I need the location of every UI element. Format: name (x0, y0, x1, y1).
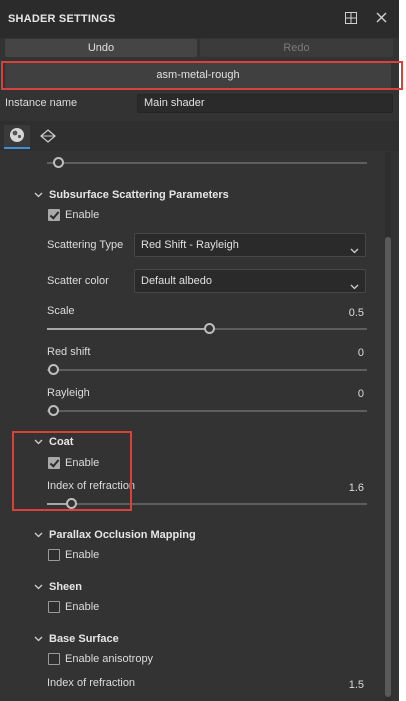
title-bar: SHADER SETTINGS (0, 0, 399, 38)
scattering-type-select[interactable]: Red Shift - Rayleigh (134, 233, 366, 257)
rayleigh-label: Rayleigh (47, 387, 90, 399)
top-slider-track[interactable] (47, 162, 367, 164)
scattering-type-label: Scattering Type (47, 239, 124, 251)
redo-button[interactable]: Redo (200, 39, 393, 57)
rayleigh-value: 0 (357, 388, 364, 400)
scale-label: Scale (47, 305, 75, 317)
chevron-down-icon[interactable] (34, 190, 43, 199)
chevron-down-icon[interactable] (34, 437, 43, 446)
coat-enable-checkbox[interactable] (48, 457, 60, 469)
shader-settings-panel: SHADER SETTINGS Undo Redo asm-metal-roug… (0, 0, 399, 701)
parallax-enable-label: Enable (65, 549, 100, 561)
coat-ior-slider-knob[interactable] (66, 498, 78, 509)
scatter-color-select[interactable]: Default albedo (134, 269, 366, 293)
shader-preset-button[interactable]: asm-metal-rough (5, 63, 391, 88)
anisotropy-label: Enable anisotropy (65, 653, 154, 665)
dock-icon[interactable] (344, 12, 358, 26)
base-ior-value: 1.5 (348, 679, 364, 691)
undo-button[interactable]: Undo (5, 39, 197, 57)
chevron-down-icon[interactable] (34, 582, 43, 591)
instance-name-label: Instance name (5, 97, 78, 109)
tab-bar (0, 121, 399, 151)
chevron-down-icon (350, 241, 359, 254)
subsurface-enable-label: Enable (65, 209, 100, 221)
red-shift-label: Red shift (47, 346, 91, 358)
parallax-enable-checkbox[interactable] (48, 549, 60, 561)
coat-ior-slider-track[interactable] (47, 503, 367, 505)
coat-ior-label: Index of refraction (47, 480, 136, 492)
close-icon[interactable] (374, 12, 388, 26)
scrollbar-thumb[interactable] (385, 237, 391, 697)
parallax-section-title[interactable]: Parallax Occlusion Mapping (49, 529, 196, 541)
red-shift-slider-knob[interactable] (47, 364, 59, 375)
chevron-down-icon (350, 277, 359, 290)
coat-enable-label: Enable (65, 457, 100, 469)
scattering-type-value: Red Shift - Rayleigh (141, 239, 239, 251)
geometry-icon (40, 128, 56, 146)
rayleigh-slider-track[interactable] (47, 410, 367, 412)
coat-ior-slider-fill (47, 503, 67, 505)
sphere-icon (9, 127, 25, 146)
sheen-section-title[interactable]: Sheen (49, 581, 82, 593)
rayleigh-slider-knob[interactable] (47, 405, 59, 416)
coat-ior-value: 1.6 (348, 482, 364, 494)
instance-name-input[interactable]: Main shader (137, 94, 393, 113)
scale-slider-knob[interactable] (203, 323, 215, 334)
anisotropy-checkbox[interactable] (48, 653, 60, 665)
subsurface-enable-checkbox[interactable] (48, 209, 60, 221)
chevron-down-icon[interactable] (34, 530, 43, 539)
sheen-enable-checkbox[interactable] (48, 601, 60, 613)
coat-section-title[interactable]: Coat (49, 436, 73, 448)
base-surface-section-title[interactable]: Base Surface (49, 633, 119, 645)
top-slider-knob[interactable] (53, 157, 64, 168)
tab-material[interactable] (4, 125, 30, 149)
chevron-down-icon[interactable] (34, 634, 43, 643)
sheen-enable-label: Enable (65, 601, 100, 613)
scale-value: 0.5 (348, 307, 364, 319)
subsurface-section-title[interactable]: Subsurface Scattering Parameters (49, 189, 229, 201)
panel-title: SHADER SETTINGS (8, 13, 116, 25)
scatter-color-label: Scatter color (47, 275, 109, 287)
scatter-color-value: Default albedo (141, 275, 212, 287)
red-shift-value: 0 (357, 347, 364, 359)
base-ior-label: Index of refraction (47, 677, 136, 689)
scale-slider-fill (47, 328, 207, 330)
tab-geometry[interactable] (35, 125, 61, 149)
red-shift-slider-track[interactable] (47, 369, 367, 371)
